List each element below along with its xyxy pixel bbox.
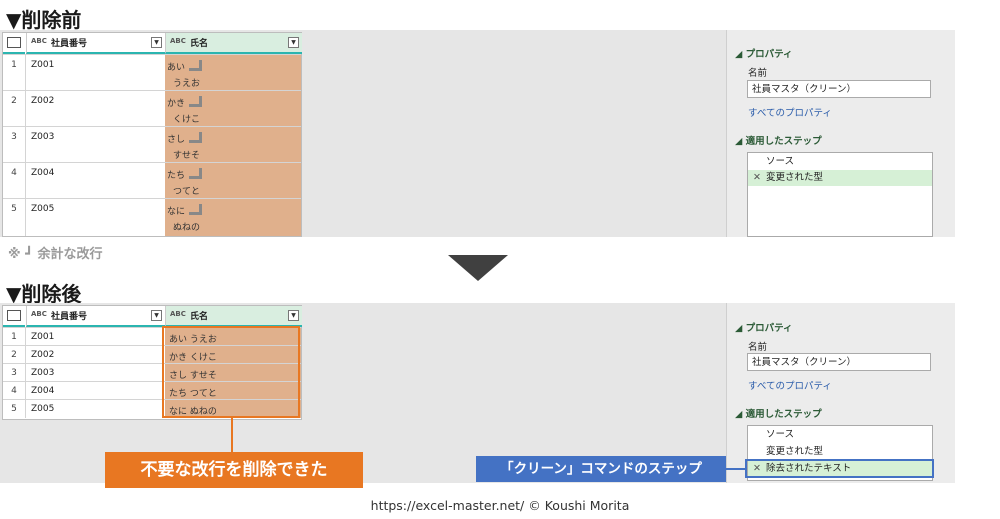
column-header-name[interactable]: ABC 氏名 ▼ bbox=[165, 33, 302, 54]
table-row: 3 Z003 さし すせそ bbox=[3, 126, 301, 163]
text-type-icon: ABC bbox=[170, 37, 186, 45]
name-column-outline bbox=[162, 326, 300, 418]
table-corner-icon[interactable] bbox=[3, 33, 25, 54]
table-corner-icon[interactable] bbox=[3, 306, 25, 327]
before-panel: ABC 社員番号 ▼ ABC 氏名 ▼ 1 Z001 あい うえお 2 Z002… bbox=[0, 30, 955, 237]
properties-heading[interactable]: ◢ プロパティ bbox=[735, 320, 793, 334]
column-header-name[interactable]: ABC 氏名 ▼ bbox=[165, 306, 302, 327]
text-type-icon: ABC bbox=[31, 37, 47, 45]
step-changed-type[interactable]: 変更された型 bbox=[748, 444, 932, 460]
chevron-down-icon[interactable]: ▼ bbox=[151, 310, 162, 321]
column-header-id[interactable]: ABC 社員番号 ▼ bbox=[26, 306, 165, 327]
column-header-id[interactable]: ABC 社員番号 ▼ bbox=[26, 33, 165, 54]
all-properties-link[interactable]: すべてのプロパティ bbox=[748, 378, 832, 392]
applied-steps-list: ソース ✕ 変更された型 bbox=[747, 152, 933, 237]
all-properties-link[interactable]: すべてのプロパティ bbox=[748, 105, 832, 119]
line-break-note: ※ ┛ 余計な改行 bbox=[8, 247, 103, 262]
chevron-down-icon[interactable]: ▼ bbox=[151, 37, 162, 48]
query-name-input[interactable]: 社員マスタ（クリーン） bbox=[747, 353, 931, 371]
step-source[interactable]: ソース bbox=[748, 154, 932, 170]
text-type-icon: ABC bbox=[170, 310, 186, 318]
query-settings-pane: ◢ プロパティ 名前 社員マスタ（クリーン） すべてのプロパティ ◢ 適用したス… bbox=[726, 30, 955, 237]
table-row: 1 Z001 あい うえお bbox=[3, 54, 301, 91]
before-table: ABC 社員番号 ▼ ABC 氏名 ▼ 1 Z001 あい うえお 2 Z002… bbox=[2, 32, 302, 237]
delete-step-icon[interactable]: ✕ bbox=[753, 170, 761, 186]
before-title: ▼削除前 bbox=[6, 8, 82, 32]
footer-credit: https://excel-master.net/ © Koushi Morit… bbox=[370, 498, 630, 513]
step-source[interactable]: ソース bbox=[748, 427, 932, 443]
down-arrow-icon bbox=[448, 255, 508, 281]
table-row: 2 Z002 かき くけこ bbox=[3, 90, 301, 127]
query-name-input[interactable]: 社員マスタ（クリーン） bbox=[747, 80, 931, 98]
step-outline bbox=[745, 459, 934, 478]
line-break-icon bbox=[189, 168, 203, 179]
chevron-down-icon[interactable]: ▼ bbox=[288, 37, 299, 48]
name-label: 名前 bbox=[748, 342, 768, 353]
step-callout-connector bbox=[726, 468, 746, 470]
table-row: 4 Z004 たち つてと bbox=[3, 162, 301, 199]
text-type-icon: ABC bbox=[31, 310, 47, 318]
line-break-icon bbox=[189, 60, 203, 71]
step-changed-type[interactable]: ✕ 変更された型 bbox=[748, 170, 932, 186]
applied-steps-heading[interactable]: ◢ 適用したステップ bbox=[735, 133, 822, 147]
properties-heading[interactable]: ◢ プロパティ bbox=[735, 46, 793, 60]
table-row: 5 Z005 なに ぬねの bbox=[3, 198, 301, 236]
name-label: 名前 bbox=[748, 68, 768, 79]
callout-connector bbox=[231, 418, 233, 452]
query-settings-pane: ◢ プロパティ 名前 社員マスタ（クリーン） すべてのプロパティ ◢ 適用したス… bbox=[726, 303, 955, 483]
applied-steps-heading[interactable]: ◢ 適用したステップ bbox=[735, 406, 822, 420]
line-break-icon bbox=[189, 204, 203, 215]
step-callout: 「クリーン」コマンドのステップ bbox=[476, 456, 726, 482]
chevron-down-icon[interactable]: ▼ bbox=[288, 310, 299, 321]
line-break-icon bbox=[189, 96, 203, 107]
line-break-icon bbox=[189, 132, 203, 143]
removed-callout: 不要な改行を削除できた bbox=[105, 452, 363, 488]
